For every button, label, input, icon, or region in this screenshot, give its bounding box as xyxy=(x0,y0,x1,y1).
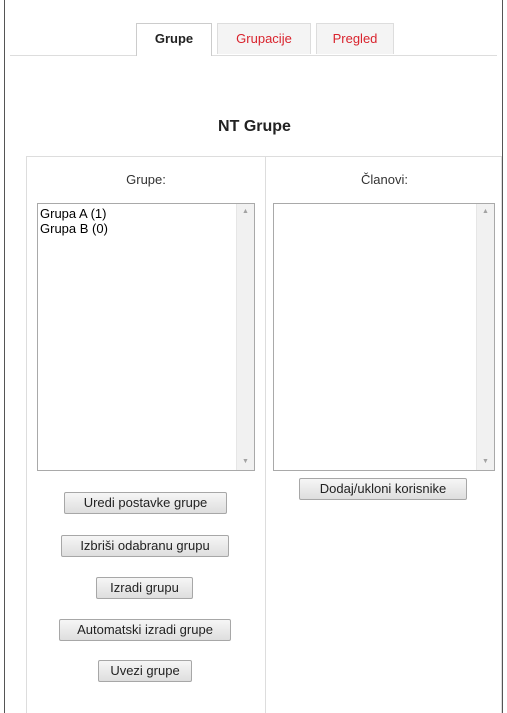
import-groups-button[interactable]: Uvezi grupe xyxy=(98,660,192,682)
column-divider xyxy=(265,157,266,713)
scroll-down-icon[interactable]: ▼ xyxy=(237,454,254,470)
scroll-up-icon[interactable]: ▲ xyxy=(237,204,254,220)
members-scrollbar[interactable]: ▲ ▼ xyxy=(476,204,494,470)
tab-grupacije[interactable]: Grupacije xyxy=(217,23,311,54)
edit-group-settings-button[interactable]: Uredi postavke grupe xyxy=(64,492,227,514)
auto-create-groups-button[interactable]: Automatski izradi grupe xyxy=(59,619,231,641)
delete-selected-group-button[interactable]: Izbriši odabranu grupu xyxy=(61,535,229,557)
tab-bar: Grupe Grupacije Pregled xyxy=(10,23,497,56)
create-group-button[interactable]: Izradi grupu xyxy=(96,577,193,599)
scroll-down-icon[interactable]: ▼ xyxy=(477,454,494,470)
members-listbox[interactable]: ▲ ▼ xyxy=(273,203,495,471)
group-option[interactable]: Grupa A (1) xyxy=(40,206,236,221)
groups-members-panel: Grupe: Grupa A (1) Grupa B (0) ▲ ▼ Uredi… xyxy=(26,156,502,713)
members-label: Članovi: xyxy=(361,172,408,187)
add-remove-users-button[interactable]: Dodaj/ukloni korisnike xyxy=(299,478,467,500)
groups-label: Grupe: xyxy=(126,172,166,187)
tab-pregled[interactable]: Pregled xyxy=(316,23,394,54)
groups-listbox[interactable]: Grupa A (1) Grupa B (0) ▲ ▼ xyxy=(37,203,255,471)
page-frame: Grupe Grupacije Pregled NT Grupe Grupe: … xyxy=(4,0,503,713)
scroll-up-icon[interactable]: ▲ xyxy=(477,204,494,220)
groups-scrollbar[interactable]: ▲ ▼ xyxy=(236,204,254,470)
group-option[interactable]: Grupa B (0) xyxy=(40,221,236,236)
page-title: NT Grupe xyxy=(218,118,291,135)
tab-grupe[interactable]: Grupe xyxy=(136,23,212,56)
